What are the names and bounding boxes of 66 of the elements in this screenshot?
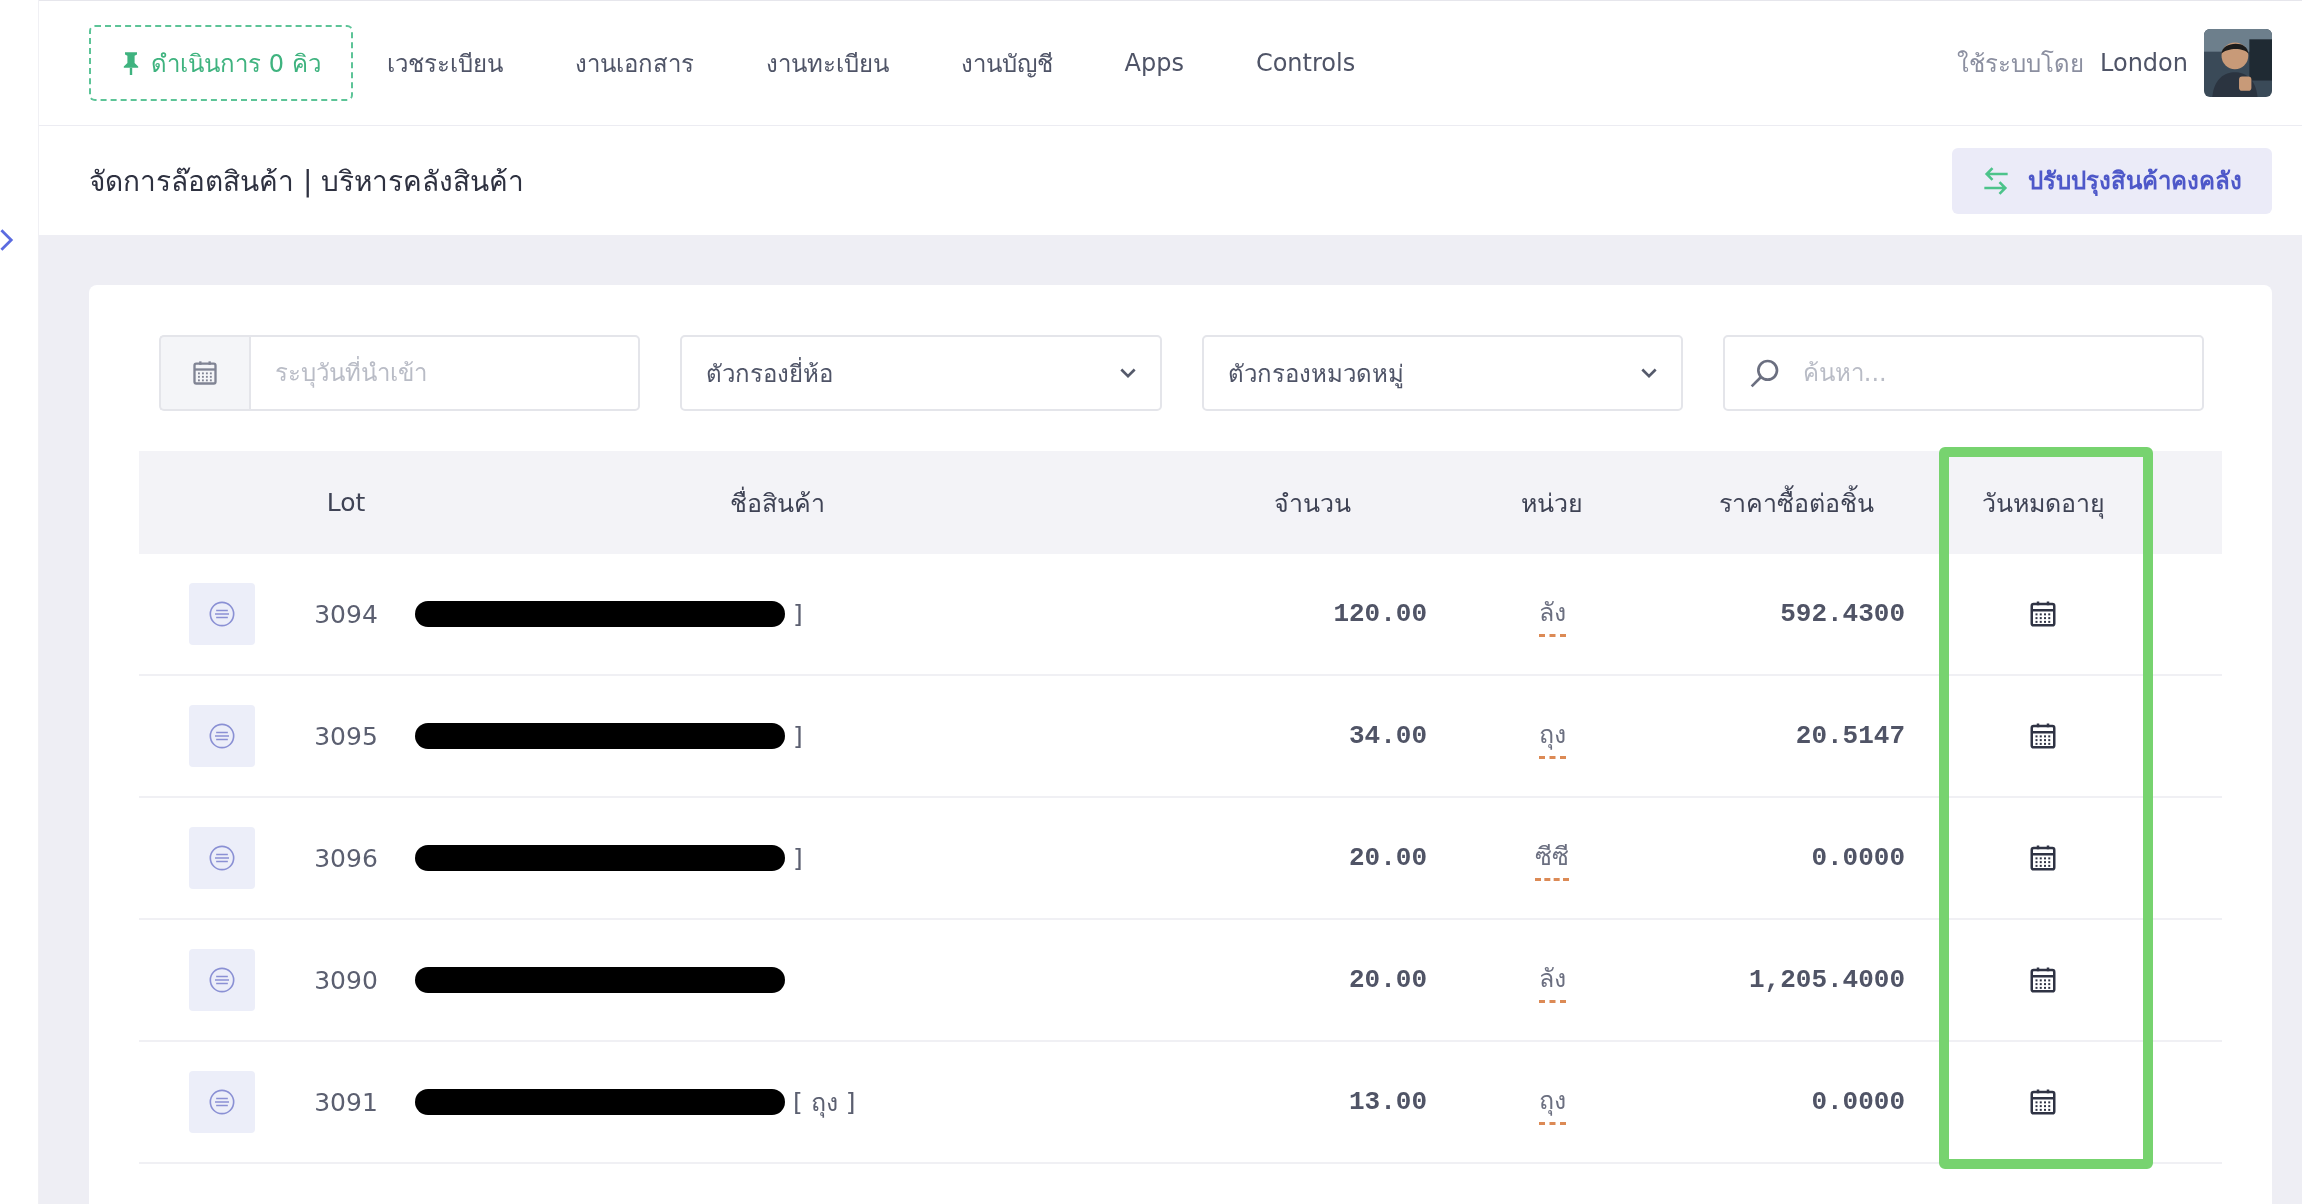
chevron-right-icon[interactable]	[0, 228, 14, 252]
chevron-down-icon	[1640, 367, 1657, 379]
table-cell-text: [ ถุง ]	[793, 1087, 856, 1120]
table-cell: 13.00	[1349, 1087, 1427, 1117]
column-header: จำนวน	[1273, 487, 1351, 520]
table-cell: 592.4300	[1780, 599, 1905, 629]
details-button[interactable]	[189, 949, 255, 1011]
nav-link[interactable]: Controls	[1255, 49, 1356, 78]
category-filter-dropdown[interactable]: ตัวกรองหมวดหมู่	[1201, 335, 1683, 411]
table-cell: 3090	[314, 965, 378, 995]
date-field[interactable]: ระบุวันที่นำเข้า	[249, 335, 641, 411]
calendar-icon	[2028, 965, 2058, 995]
calendar-icon	[2028, 1087, 2058, 1117]
unit-label: ลัง	[1538, 591, 1566, 637]
nav-link[interactable]: งานทะเบียน	[765, 43, 889, 83]
calendar-icon	[2028, 721, 2058, 751]
pin-icon	[121, 51, 141, 76]
search-icon	[1748, 357, 1781, 389]
column-header: วันหมดอายุ	[1981, 487, 2105, 521]
brand-filter-dropdown[interactable]: ตัวกรองยี่ห้อ	[680, 335, 1162, 411]
column-header: Lot	[326, 488, 366, 517]
nav-link[interactable]: งานบัญชี	[960, 43, 1053, 83]
list-circle-icon	[208, 1088, 236, 1116]
table-cell: 3091	[314, 1087, 378, 1117]
details-button[interactable]	[189, 1071, 255, 1133]
table-cell: 0.0000	[1811, 843, 1905, 873]
list-circle-icon	[208, 722, 236, 750]
nav-link[interactable]: Apps	[1124, 49, 1184, 78]
table-cell: 20.5147	[1795, 721, 1905, 751]
table-cell: 3094	[314, 599, 378, 629]
unit-label: ลัง	[1538, 957, 1566, 1003]
nav-link[interactable]: งานเอกสาร	[574, 43, 694, 83]
chevron-down-icon	[1119, 367, 1136, 379]
column-header: ชื่อสินค้า	[729, 485, 825, 520]
table-cell: ]	[793, 843, 803, 873]
list-circle-icon	[208, 966, 236, 994]
table-cell: 120.00	[1333, 599, 1427, 629]
table-cell: 20.00	[1349, 843, 1427, 873]
page-title: จัดการล๊อตสินค้า | บริหารคลังสินค้า	[89, 163, 525, 200]
column-header: ราคาซื้อต่อชิ้น	[1718, 482, 1874, 523]
table-cell: ]	[793, 721, 803, 751]
calendar-addon[interactable]	[159, 335, 249, 411]
table-cell: 1,205.4000	[1748, 965, 1905, 995]
calendar-icon	[2028, 599, 2058, 629]
calendar-icon	[2028, 843, 2058, 873]
list-circle-icon	[208, 600, 236, 628]
table-cell: 34.00	[1349, 721, 1427, 751]
adjust-stock-button[interactable]: ปรับปรุงสินค้าคงคลัง	[1952, 147, 2272, 214]
column-header: หน่วย	[1521, 487, 1583, 520]
user-label: ใช้ระบบโดย	[1957, 48, 2084, 80]
list-circle-icon	[208, 844, 236, 872]
unit-label: ถุง	[1538, 1079, 1566, 1125]
unit-label: ถุง	[1538, 713, 1566, 759]
user-name: London	[2100, 49, 2188, 78]
table-cell: 0.0000	[1811, 1087, 1905, 1117]
details-button[interactable]	[189, 705, 255, 767]
details-button[interactable]	[189, 827, 255, 889]
search-field[interactable]: ค้นหา...	[1722, 335, 2204, 411]
table-cell: ]	[793, 599, 803, 629]
nav-link[interactable]: เวชระเบียน	[386, 43, 503, 83]
table-cell: 3095	[314, 721, 378, 751]
table-cell: 3096	[314, 843, 378, 873]
calendar-icon	[191, 359, 219, 387]
details-button[interactable]	[189, 583, 255, 645]
unit-label: ซีซี	[1535, 835, 1569, 881]
table-cell: 20.00	[1349, 965, 1427, 995]
